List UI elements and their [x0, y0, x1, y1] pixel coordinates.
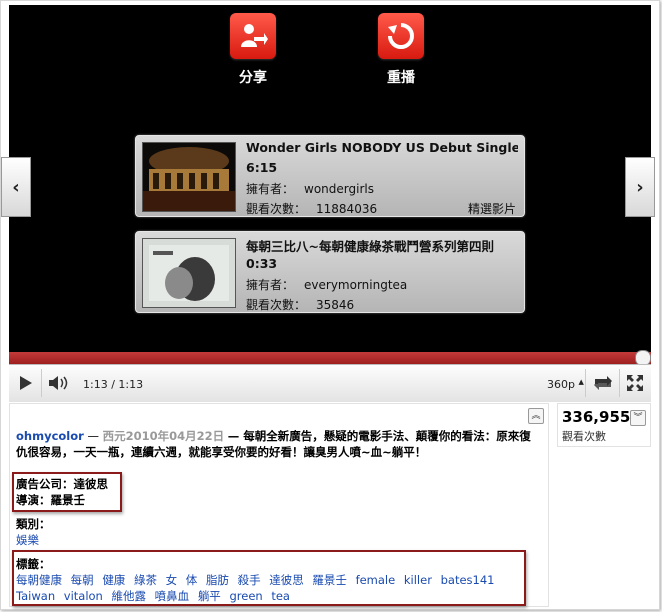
progress-bar[interactable]	[9, 350, 651, 366]
time-display: 1:13 / 1:13	[83, 378, 144, 391]
divider	[619, 369, 620, 397]
category-section: 類別： 娛樂	[16, 516, 51, 548]
author-link[interactable]: ohmycolor	[16, 429, 84, 443]
video-thumbnail[interactable]	[142, 238, 236, 308]
share-action[interactable]: 分享	[223, 13, 283, 87]
related-duration: 6:15	[246, 160, 278, 175]
next-arrow-icon[interactable]: ›	[625, 157, 655, 217]
popout-icon	[594, 376, 612, 390]
expand-stats-button[interactable]: ︾	[630, 410, 646, 426]
related-duration: 0:33	[246, 256, 278, 271]
related-video-card[interactable]: Wonder Girls NOBODY US Debut Single 6:15…	[135, 135, 525, 217]
popout-button[interactable]	[589, 371, 617, 395]
category-link[interactable]: 娛樂	[16, 532, 51, 548]
divider	[585, 369, 586, 397]
share-label[interactable]: 分享	[239, 70, 267, 86]
view-count: 336,955	[562, 408, 631, 426]
page-frame: 分享 重播 ‹ › Wonder Girls NOBODY US Debut S…	[0, 0, 660, 610]
player-controls: 1:13 / 1:13 360p ▲	[9, 364, 651, 402]
separator: —	[87, 429, 99, 443]
replay-icon[interactable]	[378, 13, 424, 59]
video-info: ︽ ohmycolor — 西元2010年04月22日 — 每朝全新廣告，懸疑的…	[9, 403, 651, 607]
related-video-card[interactable]: 每朝三比八~每朝健康綠茶戰鬥營系列第四則 0:33 擁有者： everymorni…	[135, 231, 525, 313]
related-owner: 擁有者： wondergirls	[246, 182, 374, 196]
share-icon[interactable]	[230, 13, 276, 59]
replay-action[interactable]: 重播	[371, 13, 431, 87]
credits-highlight-box	[12, 472, 122, 512]
fullscreen-icon	[627, 375, 643, 391]
play-button[interactable]	[15, 371, 37, 395]
tags-highlight-box	[12, 550, 526, 606]
related-owner: 擁有者： everymorningtea	[246, 278, 408, 292]
description-panel: ︽ ohmycolor — 西元2010年04月22日 — 每朝全新廣告，懸疑的…	[9, 403, 549, 607]
view-count-panel: 336,955 觀看次數 ︾	[557, 403, 651, 447]
description: ohmycolor — 西元2010年04月22日 — 每朝全新廣告，懸疑的電影…	[16, 428, 536, 460]
quality-selector[interactable]: 360p ▲	[547, 378, 584, 391]
prev-arrow-icon[interactable]: ‹	[1, 157, 31, 217]
video-player: 分享 重播 ‹ › Wonder Girls NOBODY US Debut S…	[1, 5, 655, 402]
play-icon	[20, 376, 32, 390]
category-label: 類別：	[16, 517, 51, 531]
chevron-up-icon: ︽	[531, 411, 541, 421]
video-thumbnail[interactable]	[142, 142, 236, 212]
caret-up-icon: ▲	[578, 378, 584, 386]
divider	[41, 369, 42, 397]
related-title[interactable]: Wonder Girls NOBODY US Debut Single	[246, 140, 518, 155]
fullscreen-button[interactable]	[623, 371, 647, 395]
volume-button[interactable]	[45, 371, 73, 395]
related-views: 觀看次數： 35846	[246, 298, 355, 312]
related-views: 觀看次數： 11884036	[246, 202, 378, 216]
video-end-screen[interactable]: 分享 重播 ‹ › Wonder Girls NOBODY US Debut S…	[1, 5, 655, 352]
view-count-label: 觀看次數	[562, 430, 606, 443]
collapse-button[interactable]: ︽	[528, 408, 544, 424]
upload-date: 西元2010年04月22日	[102, 429, 225, 443]
chevron-down-icon: ︾	[633, 413, 643, 423]
volume-icon	[49, 376, 68, 390]
related-title[interactable]: 每朝三比八~每朝健康綠茶戰鬥營系列第四則	[246, 236, 518, 255]
featured-badge: 精選影片	[467, 202, 516, 216]
replay-label[interactable]: 重播	[387, 70, 415, 86]
